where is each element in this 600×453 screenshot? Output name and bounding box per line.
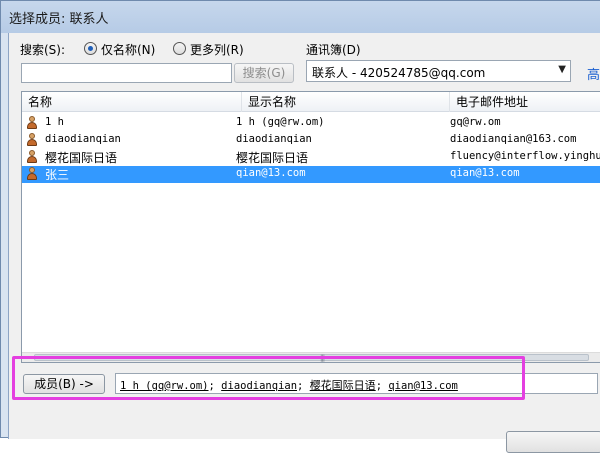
title-bar[interactable]: 选择成员: 联系人	[1, 1, 600, 33]
cell-display-name: qian@13.com	[236, 167, 306, 179]
dialog-body: 搜索(S): 仅名称(N) 更多列(R) 搜索(G) 通讯簿(D) 联系人 - …	[8, 33, 600, 453]
table-row[interactable]: 樱花国际日语 樱花国际日语 fluency@interflow.yinghu	[22, 149, 600, 166]
ok-button[interactable]	[506, 431, 600, 453]
cell-email: gq@rw.om	[450, 116, 501, 128]
person-icon	[26, 133, 38, 147]
chevron-down-icon[interactable]: ▼	[558, 64, 566, 75]
cell-email: diaodianqian@163.com	[450, 133, 577, 145]
cell-name: 张三	[45, 168, 70, 182]
person-icon	[26, 167, 38, 181]
highlight-annotation	[12, 356, 525, 400]
contact-list[interactable]: 名称 显示名称 电子邮件地址 1 h 1 h (gq@rw.om) gq@rw.…	[21, 91, 600, 363]
radio-more-columns[interactable]	[173, 42, 186, 55]
radio-name-only-label[interactable]: 仅名称(N)	[101, 41, 155, 58]
radio-more-columns-label[interactable]: 更多列(R)	[190, 41, 244, 58]
window-title: 选择成员: 联系人	[9, 12, 109, 27]
person-icon	[26, 116, 38, 130]
addressbook-label: 通讯簿(D)	[306, 43, 361, 57]
radio-name-only[interactable]	[84, 42, 97, 55]
column-display-name[interactable]: 显示名称	[242, 92, 450, 112]
table-row[interactable]: diaodianqian diaodianqian diaodianqian@1…	[22, 132, 600, 149]
cell-name: 1 h	[45, 116, 64, 128]
search-button[interactable]: 搜索(G)	[234, 63, 294, 83]
cell-display-name: 1 h (gq@rw.om)	[236, 116, 325, 128]
addressbook-selected: 联系人 - 420524785@qq.com	[312, 66, 486, 80]
select-members-dialog: 选择成员: 联系人 搜索(S): 仅名称(N) 更多列(R) 搜索(G) 通讯簿…	[0, 0, 600, 453]
cell-display-name: diaodianqian	[236, 133, 312, 145]
column-email[interactable]: 电子邮件地址	[450, 92, 600, 112]
search-label: 搜索(S):	[20, 43, 66, 57]
column-name[interactable]: 名称	[22, 92, 242, 112]
cell-email: qian@13.com	[450, 167, 520, 179]
cell-email: fluency@interflow.yinghu	[450, 150, 600, 162]
search-input[interactable]	[21, 63, 232, 83]
addressbook-select[interactable]: 联系人 - 420524785@qq.com ▼	[306, 60, 571, 82]
person-icon	[26, 150, 38, 164]
cell-name: diaodianqian	[45, 133, 121, 145]
cell-display-name: 樱花国际日语	[236, 151, 309, 165]
table-row-selected[interactable]: 张三 qian@13.com qian@13.com	[22, 166, 600, 183]
table-row[interactable]: 1 h 1 h (gq@rw.om) gq@rw.om	[22, 115, 600, 132]
list-header: 名称 显示名称 电子邮件地址	[22, 92, 600, 112]
advanced-link[interactable]: 高	[587, 64, 600, 83]
cell-name: 樱花国际日语	[45, 151, 118, 165]
